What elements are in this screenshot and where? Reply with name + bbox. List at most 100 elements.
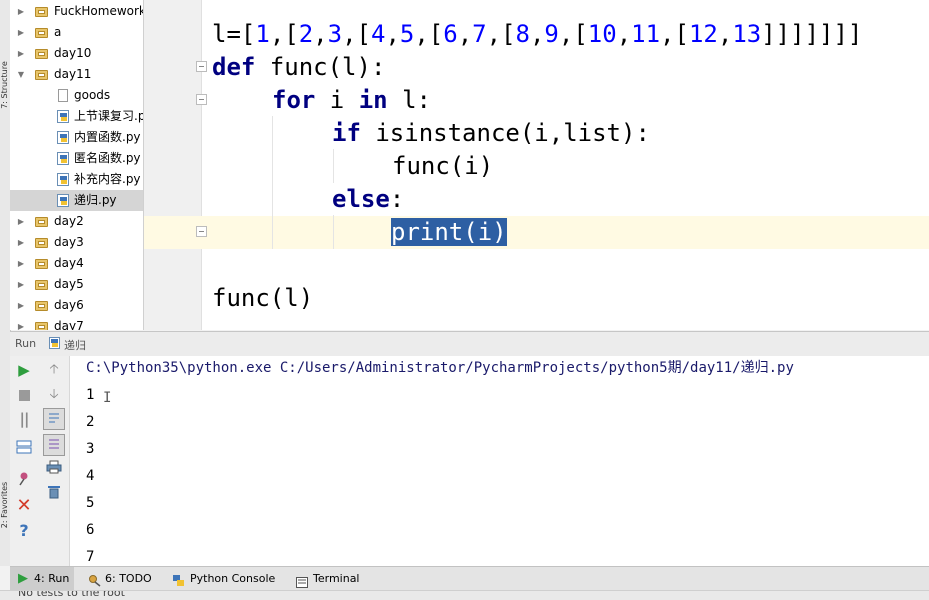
folder-icon — [35, 301, 48, 311]
python-file-icon — [57, 110, 69, 123]
code-line-3: for i in l: — [272, 86, 431, 114]
tree-item-label: day10 — [54, 46, 92, 60]
folder-icon — [35, 217, 48, 227]
tree-item-label: day5 — [54, 277, 84, 291]
expand-arrow-icon[interactable]: ▶ — [16, 22, 26, 43]
status-text: No tests to the root — [18, 590, 125, 599]
tree-item-label: day4 — [54, 256, 84, 270]
tree-item-day2[interactable]: ▶ day2 — [10, 211, 143, 232]
tree-item-label: 内置函数.py — [74, 130, 141, 144]
tree-item-day3[interactable]: ▶ day3 — [10, 232, 143, 253]
expand-arrow-icon[interactable]: ▶ — [16, 43, 26, 64]
expand-arrow-icon[interactable]: ▶ — [16, 295, 26, 316]
stop-icon[interactable] — [13, 384, 35, 406]
tree-item-label: 补充内容.py — [74, 172, 141, 186]
selected-text[interactable]: print(i) — [391, 218, 507, 246]
tree-item-a[interactable]: ▶ a — [10, 22, 143, 43]
code-line-9: func(l) — [212, 284, 314, 312]
expand-arrow-icon[interactable]: ▶ — [16, 232, 26, 253]
favorites-tool-tab[interactable]: 2: Favorites — [0, 478, 10, 532]
python-file-icon — [57, 194, 69, 207]
fold-marker-icon[interactable] — [196, 226, 207, 237]
arrow-down-icon[interactable]: 🡣 — [43, 384, 65, 406]
tree-item-label: 递归.py — [74, 193, 117, 207]
tree-item-day7[interactable]: ▶ day7 — [10, 316, 143, 330]
pin-icon[interactable] — [13, 470, 35, 492]
project-tree: ▶ FuckHomework ▶ a ▶ day10 ▼ day11 goods… — [10, 0, 144, 330]
code-line-1: l=[1,[2,3,[4,5,[6,7,[8,9,[10,11,[12,13]]… — [212, 20, 863, 48]
collapse-arrow-icon[interactable]: ▼ — [16, 64, 26, 85]
tree-item-label: day3 — [54, 235, 84, 249]
tree-item-recursion[interactable]: 递归.py — [10, 190, 143, 211]
code-line-6: else: — [332, 185, 405, 213]
tree-item-day6[interactable]: ▶ day6 — [10, 295, 143, 316]
run-console[interactable]: C:\Python35\python.exe C:/Users/Administ… — [70, 356, 929, 566]
expand-arrow-icon[interactable]: ▶ — [16, 316, 26, 330]
tree-item-builtin-functions[interactable]: 内置函数.py — [10, 127, 143, 148]
structure-tool-tab[interactable]: 7: Structure — [0, 58, 10, 112]
run-toolbar: ▶ || ✕ ? 🡡 🡣 — [10, 356, 70, 566]
run-config-name[interactable]: 递归 — [64, 337, 86, 353]
tab-todo[interactable]: 6: TODO — [88, 567, 160, 591]
code-line-2: def func(l): — [212, 53, 386, 81]
python-file-icon — [57, 173, 69, 186]
tab-todo-label: 6: TODO — [105, 572, 152, 585]
folder-icon — [35, 322, 48, 330]
help-icon[interactable]: ? — [13, 520, 35, 542]
python-file-icon — [57, 152, 69, 165]
tree-item-label: 匿名函数.py — [74, 151, 141, 165]
expand-arrow-icon[interactable]: ▶ — [16, 211, 26, 232]
code-line-4: if isinstance(i,list): — [332, 119, 650, 147]
text-cursor-icon: I — [103, 390, 112, 406]
code-line-5: func(i) — [392, 152, 494, 180]
console-output-line: 6 — [86, 522, 95, 538]
folder-icon — [35, 49, 48, 59]
console-command-line: C:\Python35\python.exe C:/Users/Administ… — [86, 360, 794, 376]
pause-icon[interactable]: || — [13, 408, 35, 430]
tree-item-day11[interactable]: ▼ day11 — [10, 64, 143, 85]
tree-item-supplement[interactable]: 补充内容.py — [10, 169, 143, 190]
layout-icon[interactable] — [13, 438, 35, 460]
console-output-line: 2 — [86, 414, 95, 430]
tree-item-goods[interactable]: goods — [10, 85, 143, 106]
tree-item-fuckhomework[interactable]: ▶ FuckHomework — [10, 1, 143, 22]
tab-terminal[interactable]: Terminal — [296, 567, 368, 591]
python-file-icon — [49, 337, 60, 349]
folder-icon — [35, 280, 48, 290]
console-output-line: 4 — [86, 468, 95, 484]
folder-icon — [35, 28, 48, 38]
arrow-up-icon[interactable]: 🡡 — [43, 359, 65, 381]
rerun-icon[interactable]: ▶ — [13, 359, 35, 381]
folder-icon — [35, 7, 48, 17]
console-output-line: 1 — [86, 387, 95, 403]
current-line-highlight — [144, 216, 929, 249]
tab-run[interactable]: ▶ 4: Run — [10, 567, 74, 591]
tree-item-anonymous-functions[interactable]: 匿名函数.py — [10, 148, 143, 169]
tree-item-day10[interactable]: ▶ day10 — [10, 43, 143, 64]
close-icon[interactable]: ✕ — [13, 495, 35, 517]
tab-python-console[interactable]: Python Console — [172, 567, 284, 591]
trash-icon[interactable] — [43, 483, 65, 505]
scroll-to-end-icon[interactable] — [43, 434, 65, 456]
indent-guide — [272, 116, 273, 249]
soft-wrap-icon[interactable] — [43, 408, 65, 430]
tree-item-label: day11 — [54, 67, 92, 81]
tree-item-day4[interactable]: ▶ day4 — [10, 253, 143, 274]
expand-arrow-icon[interactable]: ▶ — [16, 253, 26, 274]
expand-arrow-icon[interactable]: ▶ — [16, 274, 26, 295]
indent-guide — [333, 215, 334, 249]
fold-marker-icon[interactable] — [196, 61, 207, 72]
fold-marker-icon[interactable] — [196, 94, 207, 105]
folder-icon — [35, 70, 48, 80]
console-output-line: 5 — [86, 495, 95, 511]
indent-guide — [333, 149, 334, 183]
bottom-tool-bar: ▶ 4: Run 6: TODO Python Console Terminal — [10, 566, 929, 591]
console-output-line: 7 — [86, 549, 95, 565]
editor-gutter — [144, 0, 202, 330]
expand-arrow-icon[interactable]: ▶ — [16, 1, 26, 22]
tree-item-day5[interactable]: ▶ day5 — [10, 274, 143, 295]
file-icon — [58, 89, 68, 102]
tree-item-review[interactable]: 上节课复习.py — [10, 106, 143, 127]
print-icon[interactable] — [43, 458, 65, 480]
tree-item-label: FuckHomework — [54, 4, 144, 18]
